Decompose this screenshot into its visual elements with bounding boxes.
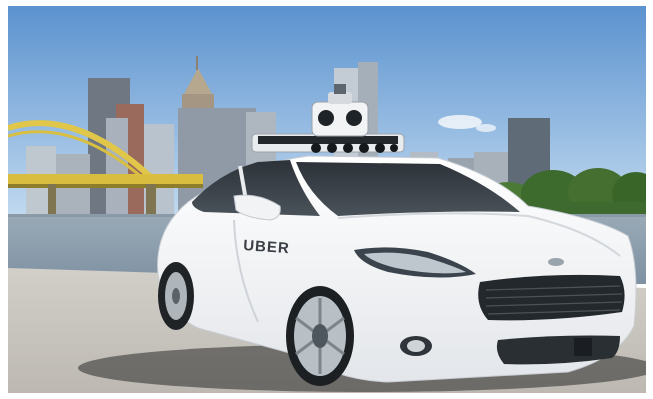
cloud [438, 115, 482, 129]
self-driving-car-photo: UBER [8, 6, 646, 393]
photo-scene: UBER [8, 6, 646, 393]
front-wheel [286, 286, 354, 386]
photo-frame: UBER [0, 0, 653, 399]
uber-lettering: UBER [243, 237, 291, 257]
rear-wheel [158, 262, 194, 330]
